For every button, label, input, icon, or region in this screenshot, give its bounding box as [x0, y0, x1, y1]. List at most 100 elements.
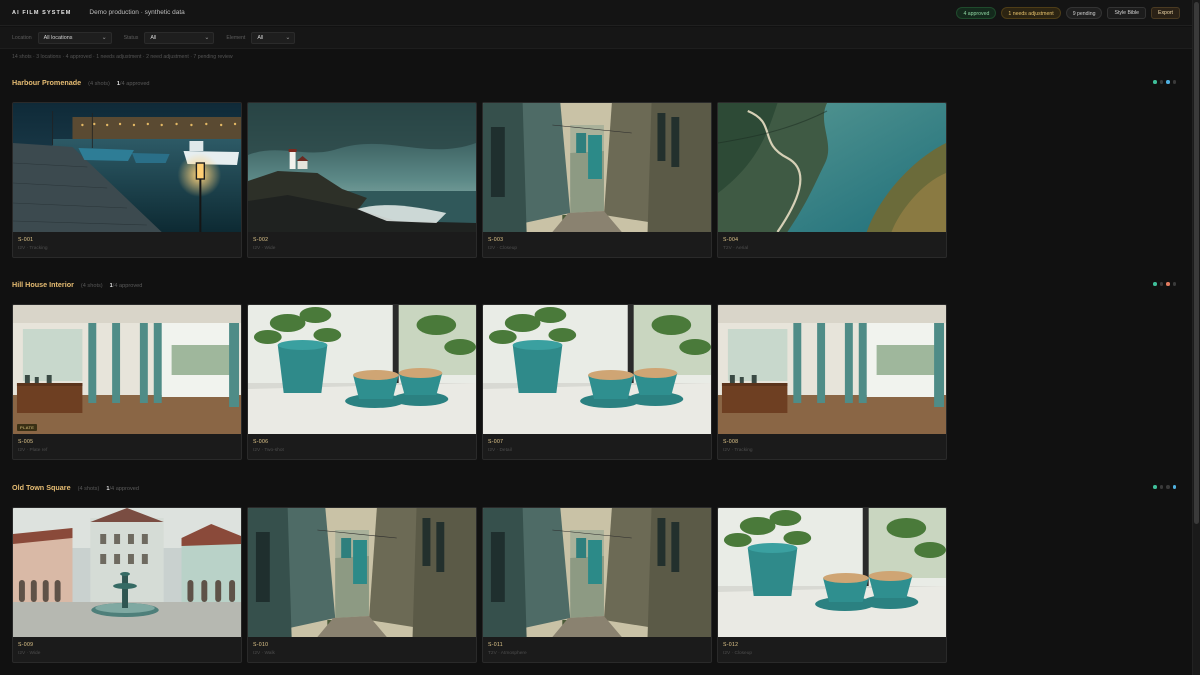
shot-id: S-012 — [723, 642, 739, 648]
section-approved-count: 1/4 approved — [109, 283, 143, 289]
section-title[interactable]: Hill House Interior — [12, 280, 74, 289]
shot-meta: T2V · Atmosphere — [488, 651, 527, 656]
shot-meta: I2V · Closeup — [723, 651, 753, 656]
chevron-down-icon: ⌄ — [285, 34, 291, 41]
living-room-scene[interactable]: PLATE — [13, 305, 241, 434]
shot-meta: I2V · Detail — [488, 448, 512, 453]
status-dot — [1166, 485, 1170, 489]
section-header: Hill House Interior (4 shots) 1/4 approv… — [12, 280, 1182, 292]
shot-card[interactable]: S-009 I2V · Wide — [12, 507, 242, 663]
section-shot-count: (4 shots) — [80, 283, 103, 289]
narrow-alley-scene[interactable] — [248, 508, 476, 637]
shot-card[interactable]: S-007 I2V · Detail — [482, 304, 712, 460]
shot-id: S-008 — [723, 439, 739, 445]
shot-id: S-007 — [488, 439, 504, 445]
coffee-cups-scene[interactable] — [483, 305, 711, 434]
shot-meta: I2V · Walk — [253, 651, 275, 656]
status-dot — [1153, 282, 1157, 286]
section-approved-count: 1/4 approved — [116, 81, 150, 87]
filter-bar: Location All locations ⌄ Status All ⌄ El… — [0, 27, 1192, 49]
shot-id: S-005 — [18, 439, 34, 445]
coastal-road-aerial-scene[interactable] — [718, 103, 946, 232]
harbour-night-scene[interactable] — [13, 103, 241, 232]
scrollbar-thumb[interactable] — [1194, 2, 1199, 524]
pending-badge[interactable]: 9 pending — [1065, 7, 1103, 19]
export-button[interactable]: Export — [1151, 7, 1180, 19]
location-filter-label: Location — [12, 34, 32, 41]
shot-card[interactable]: S-004 T2V · Aerial — [717, 102, 947, 258]
status-dot — [1172, 80, 1176, 84]
status-select-value: All — [150, 34, 157, 41]
shot-meta: I2V · Wide — [253, 246, 276, 251]
scrollbar[interactable] — [1192, 0, 1200, 675]
location-select-value: All locations — [43, 34, 73, 41]
status-dot — [1172, 282, 1176, 286]
section-title[interactable]: Old Town Square — [12, 483, 71, 492]
shot-meta: I2V · Two-shot — [253, 448, 284, 453]
town-square-fountain-scene[interactable] — [13, 508, 241, 637]
shot-id: S-010 — [253, 642, 269, 648]
shot-card[interactable]: S-011 T2V · Atmosphere — [482, 507, 712, 663]
chevron-down-icon: ⌄ — [204, 34, 210, 41]
shot-meta: I2V · Wide — [18, 651, 41, 656]
narrow-alley-scene[interactable] — [483, 103, 711, 232]
lighthouse-cliff-scene[interactable] — [248, 103, 476, 232]
section-approved-count: 1/4 approved — [106, 486, 140, 492]
shot-grid: S-001 I2V · Tracking S-002 I2V · Wide S-00… — [12, 102, 947, 258]
element-select-value: All — [257, 34, 264, 41]
shot-card[interactable]: S-010 I2V · Walk — [247, 507, 477, 663]
shot-grid: PLATE S-005 I2V · Plate ref S-006 I2V · Two… — [12, 304, 947, 460]
shots-summary: 14 shots · 3 locations · 4 approved · 1 … — [12, 54, 233, 60]
shot-card[interactable]: S-012 I2V · Closeup — [717, 507, 947, 663]
living-room-scene[interactable] — [718, 305, 946, 434]
shot-meta: I2V · Closeup — [488, 246, 518, 251]
status-select[interactable]: All ⌄ — [144, 31, 215, 44]
status-dot — [1159, 282, 1163, 286]
coffee-cups-scene[interactable] — [718, 508, 946, 637]
shot-id: S-011 — [488, 642, 503, 648]
status-dot — [1153, 80, 1157, 84]
shot-meta: T2V · Aerial — [723, 246, 749, 251]
shot-grid: S-009 I2V · Wide S-010 I2V · Walk S-011 T — [12, 507, 947, 663]
element-select[interactable]: All ⌄ — [251, 31, 296, 44]
status-dot — [1172, 485, 1176, 489]
needs-adjustment-badge[interactable]: 1 needs adjustment — [1001, 7, 1061, 19]
chevron-down-icon: ⌄ — [101, 34, 107, 41]
shot-id: S-004 — [723, 237, 739, 243]
shot-id: S-006 — [253, 439, 269, 445]
section-status-dots — [1153, 282, 1176, 286]
section-status-dots — [1153, 485, 1176, 489]
approved-badge[interactable]: 4 approved — [956, 7, 997, 19]
shot-meta: I2V · Tracking — [723, 448, 753, 453]
app-brand: AI FILM SYSTEM — [12, 9, 72, 16]
shot-card[interactable]: S-003 I2V · Closeup — [482, 102, 712, 258]
shot-card[interactable]: S-008 I2V · Tracking — [717, 304, 947, 460]
status-dot — [1166, 80, 1170, 84]
shot-id: S-001 — [18, 237, 34, 243]
section-status-dots — [1153, 80, 1176, 84]
element-filter-label: Element — [226, 34, 246, 41]
section-shot-count: (4 shots) — [88, 81, 110, 87]
style-bible-button[interactable]: Style Bible — [1107, 7, 1146, 19]
shot-id: S-003 — [488, 237, 504, 243]
plate-badge: PLATE — [17, 424, 38, 431]
shot-meta: I2V · Tracking — [18, 246, 48, 251]
narrow-alley-scene[interactable] — [483, 508, 711, 637]
location-select[interactable]: All locations ⌄ — [37, 31, 112, 44]
shot-card[interactable]: S-001 I2V · Tracking — [12, 102, 242, 258]
status-dot — [1159, 485, 1163, 489]
section-title[interactable]: Harbour Promenade — [12, 78, 81, 87]
status-filter-label: Status — [123, 34, 139, 41]
status-dot — [1159, 80, 1163, 84]
status-dot — [1166, 282, 1170, 286]
shot-card[interactable]: S-002 I2V · Wide — [247, 102, 477, 258]
shot-card[interactable]: S-006 I2V · Two-shot — [247, 304, 477, 460]
top-actions: 4 approved 1 needs adjustment 9 pending … — [956, 7, 1180, 19]
coffee-cups-scene[interactable] — [248, 305, 476, 434]
shot-card[interactable]: PLATE S-005 I2V · Plate ref — [12, 304, 242, 460]
shot-id: S-002 — [253, 237, 269, 243]
project-title: Demo production · synthetic data — [89, 9, 185, 16]
top-bar: AI FILM SYSTEM Demo production · synthet… — [0, 0, 1192, 26]
status-dot — [1153, 485, 1157, 489]
section-header: Harbour Promenade (4 shots) 1/4 approved — [12, 78, 1182, 90]
